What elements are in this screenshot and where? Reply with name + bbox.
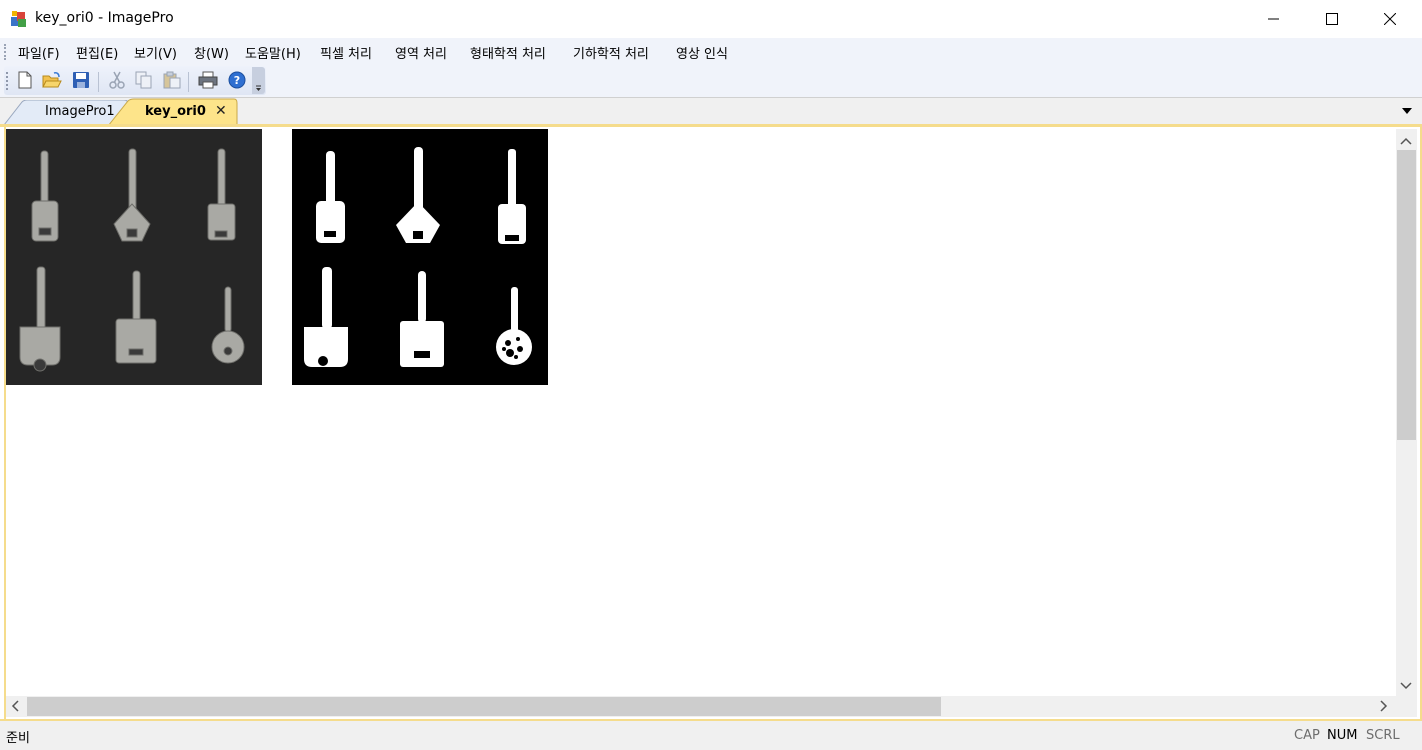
menubar-grip	[4, 44, 9, 60]
print-button[interactable]	[197, 69, 219, 91]
chevron-right-icon	[1380, 700, 1388, 712]
cut-icon	[109, 71, 125, 89]
menu-pixel-processing[interactable]: 픽셀 처리	[320, 43, 372, 62]
svg-text:?: ?	[234, 74, 240, 87]
close-button[interactable]	[1361, 0, 1419, 38]
window-title: key_ori0 - ImagePro	[35, 10, 174, 26]
toolbar-separator	[98, 72, 99, 92]
toolbar-overflow-button[interactable]	[252, 67, 265, 94]
paste-icon	[163, 71, 181, 89]
app-icon	[11, 11, 26, 27]
maximize-button[interactable]	[1303, 0, 1361, 38]
menu-morphology-processing[interactable]: 형태학적 처리	[470, 43, 546, 62]
copy-icon	[135, 71, 152, 89]
tab-close-icon[interactable]: ✕	[215, 103, 227, 119]
print-icon	[198, 71, 218, 89]
tab-list-dropdown[interactable]	[1400, 105, 1414, 117]
tab-label: ImagePro1	[45, 104, 115, 119]
scroll-down-arrow[interactable]	[1400, 679, 1412, 695]
copy-button[interactable]	[133, 69, 155, 91]
chevron-down-icon	[256, 85, 261, 91]
new-file-icon	[18, 71, 32, 89]
menu-file[interactable]: 파일(F)	[18, 43, 60, 62]
original-image	[6, 129, 262, 385]
status-cap: CAP	[1294, 728, 1320, 743]
menu-geometry-processing[interactable]: 기하학적 처리	[573, 43, 649, 62]
binary-image	[292, 129, 548, 385]
minimize-button[interactable]	[1245, 0, 1303, 38]
open-button[interactable]	[41, 69, 63, 91]
chevron-left-icon	[11, 700, 19, 712]
menu-help[interactable]: 도움말(H)	[245, 43, 301, 62]
close-icon	[1384, 13, 1396, 25]
menu-window[interactable]: 창(W)	[194, 43, 229, 62]
toolbar-grip[interactable]	[6, 72, 11, 90]
help-button[interactable]: ?	[226, 69, 248, 91]
status-scrl: SCRL	[1366, 728, 1400, 743]
tab-key-ori0[interactable]: key_ori0 ✕	[108, 98, 238, 126]
title-bar	[0, 0, 1422, 38]
scroll-right-arrow[interactable]	[1379, 700, 1389, 716]
minimize-icon	[1268, 18, 1279, 20]
chevron-down-icon	[1402, 108, 1412, 114]
status-bar	[0, 719, 1422, 750]
menu-edit[interactable]: 편집(E)	[76, 43, 118, 62]
horizontal-scroll-thumb[interactable]	[27, 697, 941, 716]
menu-image-recognition[interactable]: 영상 인식	[676, 43, 728, 62]
save-icon	[73, 72, 89, 88]
scroll-up-arrow[interactable]	[1400, 134, 1412, 150]
status-text: 준비	[6, 731, 30, 746]
help-icon: ?	[228, 71, 246, 89]
vertical-scroll-thumb[interactable]	[1397, 150, 1416, 440]
chevron-down-icon	[1400, 682, 1412, 690]
toolbar-separator	[188, 72, 189, 92]
tab-label: key_ori0	[145, 104, 206, 119]
open-folder-icon	[42, 72, 62, 88]
new-file-button[interactable]	[14, 69, 36, 91]
menu-view[interactable]: 보기(V)	[134, 43, 177, 62]
save-button[interactable]	[70, 69, 92, 91]
menu-area-processing[interactable]: 영역 처리	[395, 43, 447, 62]
status-num: NUM	[1327, 728, 1358, 743]
maximize-icon	[1326, 13, 1338, 25]
scroll-left-arrow[interactable]	[10, 700, 20, 716]
cut-button[interactable]	[106, 69, 128, 91]
scrollbar-corner	[1396, 696, 1417, 717]
chevron-up-icon	[1400, 137, 1412, 145]
paste-button[interactable]	[161, 69, 183, 91]
